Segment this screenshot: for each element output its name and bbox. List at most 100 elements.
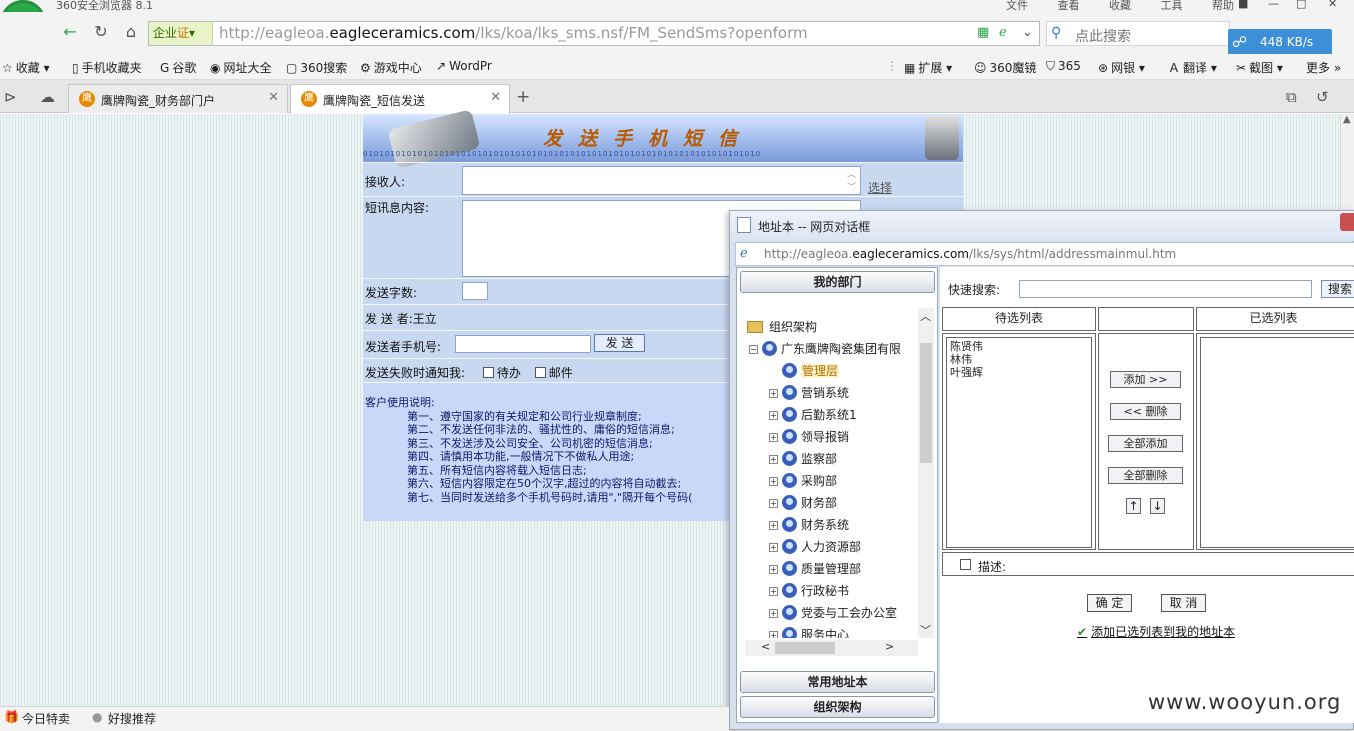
list-item[interactable]: 林伟: [950, 353, 972, 366]
bookmark-google[interactable]: G 谷歌: [160, 59, 196, 76]
expand-icon[interactable]: +: [769, 389, 778, 398]
tree-vertical-scrollbar[interactable]: ︿ ﹀: [918, 308, 934, 638]
tree-item[interactable]: + 人力资源部: [769, 538, 861, 555]
add-to-address-book-link[interactable]: ✔ 添加已选列表到我的地址本: [1077, 623, 1235, 640]
tree-scroll-thumb[interactable]: [920, 343, 932, 463]
recipient-scroll-up-icon[interactable]: ︿: [847, 167, 856, 180]
remove-all-button[interactable]: 全部删除: [1108, 467, 1183, 484]
address-bar[interactable]: 企业证▾ http://eagleoa.eagleceramics.com/lk…: [148, 21, 1040, 46]
tab-finance-portal[interactable]: 鹰 鹰牌陶瓷_财务部门户 ✕: [68, 84, 288, 113]
add-all-button[interactable]: 全部添加: [1108, 435, 1183, 452]
toolbar-translate[interactable]: Ａ 翻译 ▾: [1168, 59, 1217, 76]
window-menu-icon[interactable]: ■: [1238, 0, 1248, 10]
notify-todo-checkbox[interactable]: [482, 367, 494, 378]
status-daily-deals[interactable]: 今日特卖: [22, 710, 70, 727]
tree-item[interactable]: + 财务系统: [769, 516, 849, 533]
toolbar-365[interactable]: ⛉ 365: [1046, 59, 1081, 74]
org-structure-button[interactable]: 组织架构: [740, 696, 935, 718]
back-icon[interactable]: ←: [57, 21, 83, 45]
tree-item[interactable]: + 服务中心: [769, 626, 849, 638]
selected-list[interactable]: [1200, 337, 1354, 548]
cancel-button[interactable]: 取 消: [1161, 594, 1206, 612]
expand-icon[interactable]: +: [769, 631, 778, 638]
qr-icon[interactable]: ▦: [977, 25, 989, 40]
status-recommend[interactable]: 好搜推荐: [108, 710, 156, 727]
search-box[interactable]: ⚲ 点此搜索: [1046, 21, 1230, 46]
bookmark-mobile[interactable]: ▯ 手机收藏夹: [72, 59, 142, 76]
bookmark-360search[interactable]: ▢ 360搜索: [286, 59, 347, 76]
close-tab-icon[interactable]: ✕: [490, 90, 501, 105]
tree-item[interactable]: + 后勤系统1: [769, 406, 857, 423]
bookmark-games[interactable]: ⚙ 游戏中心: [360, 59, 422, 76]
tree-item[interactable]: + 领导报销: [769, 428, 849, 445]
address-dropdown-icon[interactable]: ⌄: [1022, 25, 1033, 40]
tree-hscroll-thumb[interactable]: [775, 642, 835, 654]
maximize-icon[interactable]: □: [1296, 0, 1306, 10]
menu-view[interactable]: 查看: [1058, 0, 1080, 12]
send-button[interactable]: 发 送: [594, 334, 645, 352]
expand-icon[interactable]: +: [769, 411, 778, 420]
toolbar-netbank[interactable]: ⊛ 网银 ▾: [1098, 59, 1145, 76]
close-tab-icon[interactable]: ✕: [268, 90, 279, 105]
description-checkbox[interactable]: [960, 559, 971, 570]
remove-button[interactable]: << 删除: [1110, 403, 1181, 420]
tree-item[interactable]: + 质量管理部: [769, 560, 861, 577]
undo-close-icon[interactable]: ↺: [1316, 88, 1329, 106]
tree-item[interactable]: + 财务部: [769, 494, 837, 511]
ok-button[interactable]: 确 定: [1087, 594, 1132, 612]
address-url[interactable]: http://eagleoa.eagleceramics.com/lks/koa…: [219, 22, 808, 45]
scroll-up-icon[interactable]: ▲: [1343, 114, 1351, 125]
common-address-book-button[interactable]: 常用地址本: [740, 671, 935, 693]
expand-icon[interactable]: +: [769, 455, 778, 464]
network-speed-badge[interactable]: ☍ 448 KB/s: [1228, 29, 1332, 55]
pick-recipient-link[interactable]: 选择: [868, 179, 892, 196]
menu-favorites[interactable]: 收藏: [1109, 0, 1131, 12]
my-department-button[interactable]: 我的部门: [740, 271, 935, 293]
cloud-icon[interactable]: ☁: [40, 88, 55, 106]
menu-file[interactable]: 文件: [1006, 0, 1028, 12]
tree-root[interactable]: 组织架构: [747, 318, 817, 335]
close-window-icon[interactable]: ✕: [1328, 0, 1337, 10]
enterprise-badge[interactable]: 企业证▾: [149, 22, 213, 45]
home-icon[interactable]: ⌂: [118, 21, 144, 45]
tree-scroll-down-icon[interactable]: ﹀: [920, 622, 931, 638]
recipient-field[interactable]: [462, 166, 861, 195]
pending-list[interactable]: 陈贤伟 林伟 叶强辉: [946, 337, 1092, 548]
collapse-icon[interactable]: −: [749, 345, 758, 354]
tree-scroll-right-icon[interactable]: >: [885, 640, 894, 653]
dialog-close-button[interactable]: [1340, 213, 1354, 231]
refresh-icon[interactable]: ↻: [88, 21, 114, 45]
tree-scroll-up-icon[interactable]: ︿: [920, 308, 931, 324]
expand-icon[interactable]: +: [769, 587, 778, 596]
tab-restore-icon[interactable]: ⧉: [1286, 88, 1297, 106]
tree-item[interactable]: + 监察部: [769, 450, 837, 467]
quick-search-input[interactable]: [1019, 280, 1312, 298]
toolbar-magic-mirror[interactable]: ☺ 360魔镜: [974, 59, 1036, 76]
expand-icon[interactable]: +: [769, 433, 778, 442]
tree-item[interactable]: + 采购部: [769, 472, 837, 489]
bookmark-wordpress[interactable]: ↗ WordPr: [436, 59, 492, 73]
ie-mode-icon[interactable]: ℯ: [999, 25, 1007, 40]
expand-icon[interactable]: +: [769, 499, 778, 508]
bookmark-favorites[interactable]: ☆ 收藏 ▾: [2, 59, 50, 76]
tree-company[interactable]: − 广东鹰牌陶瓷集团有限: [749, 340, 901, 357]
toolbar-screenshot[interactable]: ✂ 截图 ▾: [1236, 59, 1283, 76]
quick-search-button[interactable]: 搜索: [1321, 280, 1354, 298]
tree-item[interactable]: + 营销系统: [769, 384, 849, 401]
toolbar-extensions[interactable]: ▦ 扩展 ▾: [904, 59, 952, 76]
expand-icon[interactable]: +: [769, 477, 778, 486]
tree-item[interactable]: + 党委与工会办公室: [769, 604, 897, 621]
expand-icon[interactable]: +: [769, 521, 778, 530]
search-input[interactable]: 点此搜索: [1075, 26, 1131, 46]
notify-mail-checkbox[interactable]: [534, 367, 546, 378]
tab-sms-send[interactable]: 鹰 鹰牌陶瓷_短信发送 ✕: [290, 84, 510, 114]
add-button[interactable]: 添加 >>: [1110, 371, 1181, 388]
recipient-scroll-down-icon[interactable]: ﹀: [847, 180, 856, 193]
expand-icon[interactable]: +: [769, 609, 778, 618]
new-tab-icon[interactable]: +: [516, 87, 530, 107]
move-up-icon[interactable]: ↑: [1126, 498, 1141, 514]
tree-scroll-left-icon[interactable]: <: [761, 640, 770, 653]
sender-phone-field[interactable]: [455, 335, 591, 353]
menu-help[interactable]: 帮助: [1212, 0, 1234, 12]
tree-item[interactable]: + 行政秘书: [769, 582, 849, 599]
